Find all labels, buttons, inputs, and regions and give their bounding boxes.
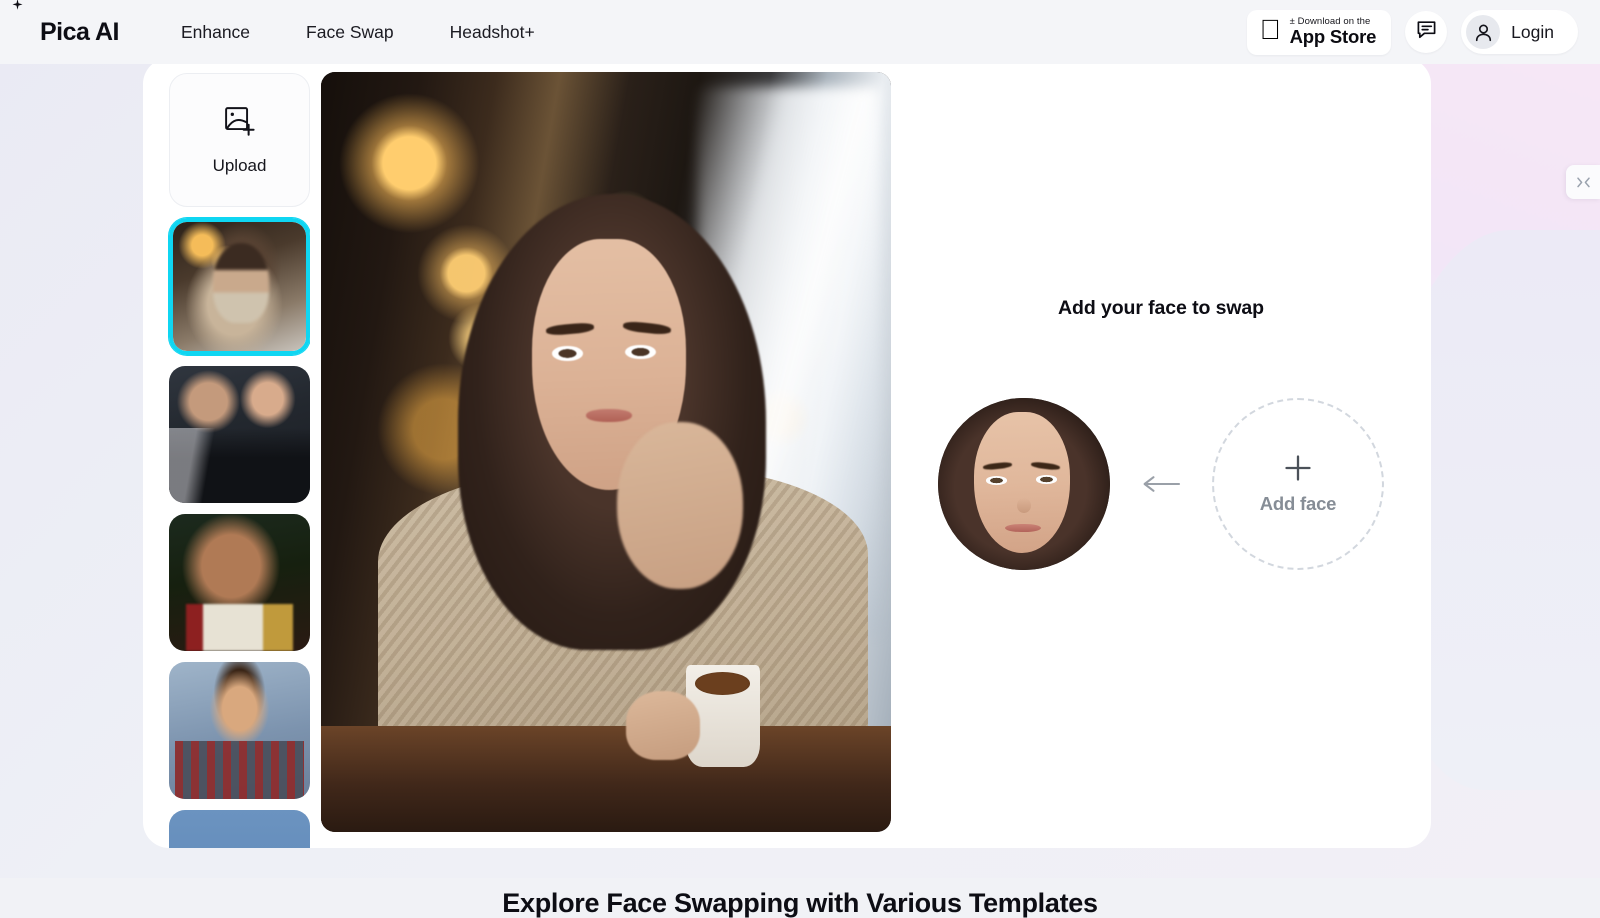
nav-headshot-plus[interactable]: Headshot+ <box>450 22 535 43</box>
collapse-panel-icon <box>1575 176 1592 189</box>
swap-row: Add face <box>938 398 1384 570</box>
main-nav: Enhance Face Swap Headshot+ <box>181 22 535 43</box>
thumb-image <box>169 810 310 848</box>
image-add-icon <box>223 105 256 143</box>
brand-name: Pica AI <box>40 17 119 46</box>
chat-button[interactable] <box>1405 11 1448 53</box>
plus-icon <box>1283 453 1313 483</box>
section-title: Explore Face Swapping with Various Templ… <box>502 888 1098 918</box>
upload-button[interactable]: Upload <box>169 73 310 207</box>
avatar <box>1466 15 1501 49</box>
brand-logo[interactable]: Pica AI <box>12 0 119 47</box>
upload-label: Upload <box>212 155 267 175</box>
preview-area <box>310 58 891 848</box>
template-thumb-wrestler[interactable] <box>169 514 310 651</box>
thumb-image <box>169 662 310 799</box>
user-avatar-icon <box>1475 24 1491 41</box>
login-button[interactable]: Login <box>1461 10 1578 54</box>
app-root: Pica AI Enhance Face Swap Headshot+  ± … <box>0 0 1600 918</box>
workspace-card: Upload Add your face to swap Add face <box>143 58 1431 848</box>
template-thumb-formal-couple[interactable] <box>169 366 310 503</box>
nav-enhance[interactable]: Enhance <box>181 22 250 43</box>
thumb-image <box>169 366 310 503</box>
template-rail[interactable]: Upload <box>143 58 310 848</box>
add-face-button[interactable]: Add face <box>1212 398 1384 570</box>
apple-logo-icon:  <box>1260 16 1281 44</box>
chat-bubble-icon <box>1416 19 1437 45</box>
face-swap-panel: Add your face to swap Add face <box>891 58 1431 848</box>
thumb-image <box>173 222 306 351</box>
source-face-thumbnail[interactable] <box>938 398 1110 570</box>
login-label: Login <box>1511 21 1554 42</box>
app-store-big-label: App Store <box>1289 26 1377 47</box>
preview-image[interactable] <box>321 72 891 832</box>
app-store-small-label: ± Download on the <box>1289 15 1371 27</box>
template-thumb-yearbook-teen[interactable] <box>169 662 310 799</box>
arrow-left-icon <box>1141 474 1181 494</box>
template-thumb-horse-blonde[interactable] <box>169 810 310 848</box>
add-face-label: Add face <box>1259 493 1337 514</box>
collapse-panel-tab[interactable] <box>1566 165 1600 199</box>
template-thumb-cafe-woman[interactable] <box>169 218 310 355</box>
app-store-button[interactable]:  ± Download on the App Store <box>1246 9 1392 55</box>
sparkle-icon <box>12 0 23 15</box>
header-actions:  ± Download on the App Store <box>1246 9 1578 55</box>
nav-face-swap[interactable]: Face Swap <box>306 22 394 43</box>
top-header: Pica AI Enhance Face Swap Headshot+  ± … <box>0 0 1600 64</box>
panel-title: Add your face to swap <box>1058 297 1264 319</box>
thumb-image <box>169 514 310 651</box>
